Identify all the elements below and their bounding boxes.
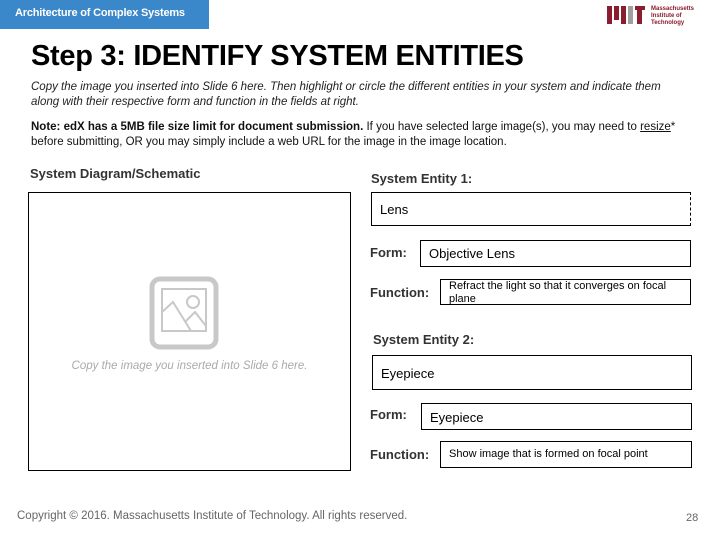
logo-text: Massachusetts Institute of Technology	[651, 6, 694, 27]
mit-logo: Massachusetts Institute of Technology	[607, 6, 707, 28]
intro-text: Copy the image you inserted into Slide 6…	[31, 81, 661, 108]
entity-1-name-field[interactable]: Lens	[371, 192, 691, 226]
note-rest-1: If you have selected large image(s), you…	[363, 121, 641, 133]
image-placeholder-icon	[149, 276, 219, 350]
entity-1-function-label: Function:	[370, 285, 430, 300]
logo-bar	[621, 6, 626, 24]
entity-2-function-field[interactable]: Show image that is formed on focal point	[440, 441, 692, 468]
entity-2-name-field[interactable]: Eyepiece	[372, 355, 692, 390]
entity-1-form-label: Form:	[370, 245, 407, 260]
entity-1-name: Lens	[380, 202, 409, 217]
entity-2-form-label: Form:	[370, 407, 407, 422]
placeholder-text: Copy the image you inserted into Slide 6…	[71, 360, 308, 372]
entity-1-form-field[interactable]: Objective Lens	[420, 240, 691, 267]
page-number: 28	[686, 512, 699, 524]
logo-bar	[637, 6, 642, 24]
entity-1-function-field[interactable]: Refract the light so that it converges o…	[440, 279, 691, 305]
entity-2-form: Eyepiece	[430, 410, 484, 425]
course-header-bar: Architecture of Complex Systems	[0, 0, 209, 29]
page-title: Step 3: IDENTIFY SYSTEM ENTITIES	[31, 40, 524, 72]
entity-2-name: Eyepiece	[381, 366, 435, 381]
diagram-label: System Diagram/Schematic	[30, 166, 201, 181]
diagram-placeholder[interactable]: Copy the image you inserted into Slide 6…	[28, 192, 351, 471]
logo-bar	[607, 6, 612, 24]
logo-bar	[614, 6, 619, 20]
copyright-text: Copyright © 2016. Massachusetts Institut…	[17, 510, 408, 522]
entity-1-form: Objective Lens	[429, 246, 515, 261]
logo-bar	[628, 6, 633, 24]
entity-1-function: Refract the light so that it converges o…	[449, 280, 667, 305]
logo-line: Massachusetts	[651, 6, 695, 12]
entity-2-function: Show image that is formed on focal point	[449, 448, 648, 460]
course-title: Architecture of Complex Systems	[15, 7, 185, 19]
note-bold: Note: edX has a 5MB file size limit for …	[31, 121, 364, 133]
entity-1-label: System Entity 1:	[371, 171, 473, 186]
logo-line: Technology	[651, 20, 685, 26]
resize-link[interactable]: resize	[640, 121, 671, 133]
entity-2-function-label: Function:	[370, 447, 430, 462]
note-text: Note: edX has a 5MB file size limit for …	[31, 120, 701, 150]
logo-line: Institute of	[651, 13, 682, 19]
entity-2-form-field[interactable]: Eyepiece	[421, 403, 692, 430]
entity-2-label: System Entity 2:	[373, 332, 475, 347]
